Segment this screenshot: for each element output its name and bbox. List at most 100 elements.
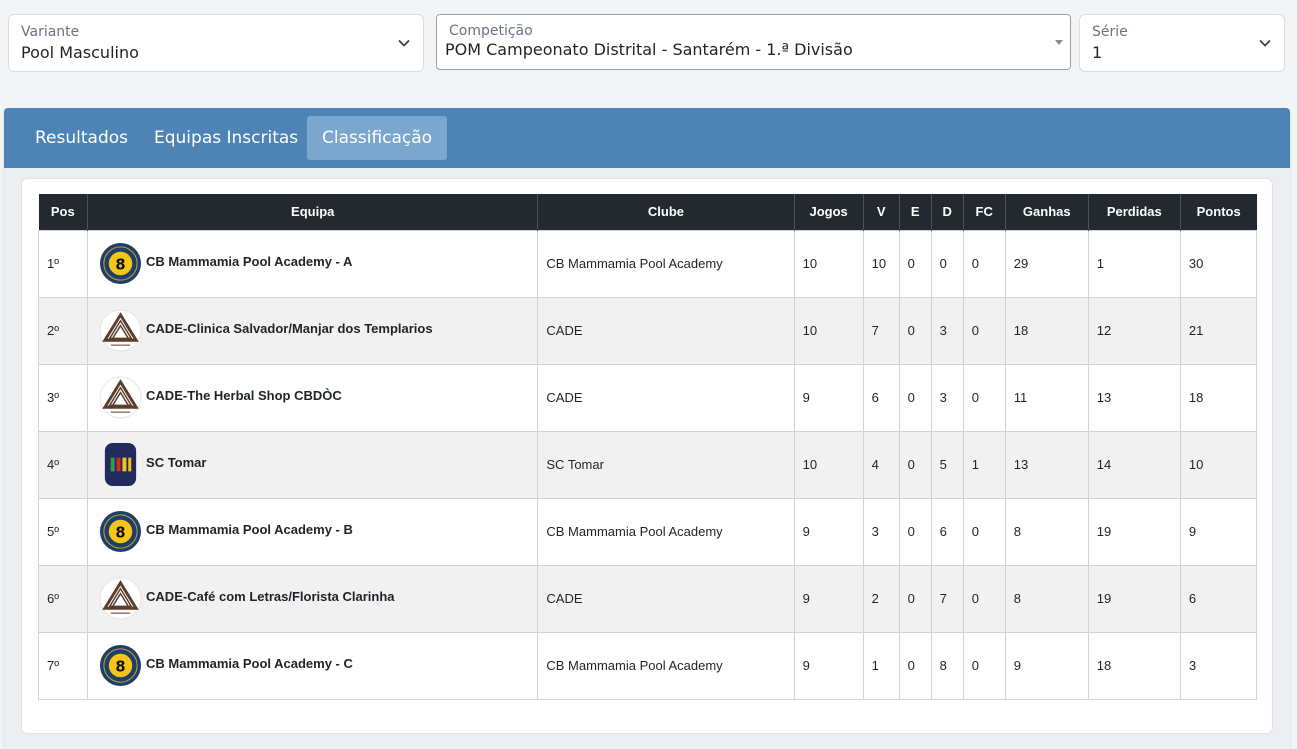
cell-jogos: 10 xyxy=(793,296,864,365)
competicao-select[interactable]: Competição POM Campeonato Distrital - Sa… xyxy=(436,14,1071,70)
cell-v: 7 xyxy=(862,296,900,365)
svg-text:8: 8 xyxy=(115,256,125,273)
cell-equipa: 8 CB Mammamia Pool Academy - B xyxy=(87,497,539,566)
cell-d: 3 xyxy=(930,363,964,432)
cell-ganhas: 11 xyxy=(1004,363,1089,432)
variante-label: Variante xyxy=(21,24,80,40)
cell-pos: 2º xyxy=(37,296,89,365)
cell-ganhas: 8 xyxy=(1004,497,1089,566)
cell-pontos: 9 xyxy=(1179,497,1258,566)
col-header-d[interactable]: D xyxy=(931,194,964,230)
col-header-fc[interactable]: FC xyxy=(963,194,1006,230)
table-row[interactable]: 4º SC Tomar SC Tomar 10 4 0 5 1 13 14 10 xyxy=(37,430,1258,499)
cell-perdidas: 13 xyxy=(1087,363,1181,432)
competicao-label: Competição xyxy=(449,23,533,39)
cell-pos: 5º xyxy=(37,497,89,566)
col-header-equipa[interactable]: Equipa xyxy=(87,194,539,230)
team-name[interactable]: CADE-Café com Letras/Florista Clarinha xyxy=(146,589,395,604)
chevron-down-icon xyxy=(398,39,410,47)
cell-e: 0 xyxy=(898,229,932,298)
fpb-logo-icon xyxy=(104,443,137,486)
cell-club: SC Tomar xyxy=(537,430,795,499)
cell-club: CADE xyxy=(537,564,795,633)
standings-table: Pos Equipa Clube Jogos V E D FC Ganhas P… xyxy=(37,194,1258,700)
cell-pos: 3º xyxy=(37,363,89,432)
tab-resultados[interactable]: Resultados xyxy=(20,116,143,160)
cell-pontos: 21 xyxy=(1179,296,1258,365)
serie-select[interactable]: Série 1 xyxy=(1079,14,1285,72)
chevron-down-icon xyxy=(1259,39,1271,47)
cell-fc: 0 xyxy=(962,229,1006,298)
variante-value: Pool Masculino xyxy=(21,43,139,62)
cell-e: 0 xyxy=(898,631,932,700)
cell-perdidas: 18 xyxy=(1087,631,1181,700)
col-header-pos[interactable]: Pos xyxy=(38,194,89,230)
cell-pos: 1º xyxy=(37,229,89,298)
team-name[interactable]: CADE-Clinica Salvador/Manjar dos Templar… xyxy=(146,321,433,336)
table-row[interactable]: 5º 8 CB Mammamia Pool Academy - B CB Mammam… xyxy=(37,497,1258,566)
team-info[interactable]: 8 CB Mammamia Pool Academy - A xyxy=(96,242,537,285)
cell-jogos: 10 xyxy=(793,430,864,499)
team-info[interactable]: CADE-The Herbal Shop CBDÒC xyxy=(96,376,537,419)
team-name[interactable]: CB Mammamia Pool Academy - C xyxy=(146,656,353,671)
serie-value: 1 xyxy=(1092,43,1103,62)
col-header-ganhas[interactable]: Ganhas xyxy=(1005,194,1089,230)
cade-logo-icon xyxy=(99,376,142,419)
standings-body: 1º 8 CB Mammamia Pool Academy - A CB Mammam… xyxy=(37,229,1258,700)
table-row[interactable]: 6º CADE-Café com Letras/Florista Clarinha… xyxy=(37,564,1258,633)
team-name[interactable]: CB Mammamia Pool Academy - B xyxy=(146,522,353,537)
team-name[interactable]: CB Mammamia Pool Academy - A xyxy=(146,254,352,269)
cell-perdidas: 12 xyxy=(1087,296,1181,365)
cell-v: 1 xyxy=(862,631,900,700)
team-info[interactable]: SC Tomar xyxy=(96,443,537,486)
col-header-v[interactable]: V xyxy=(863,194,900,230)
standings-card: Pos Equipa Clube Jogos V E D FC Ganhas P… xyxy=(21,178,1273,734)
team-info[interactable]: CADE-Café com Letras/Florista Clarinha xyxy=(96,577,537,620)
cell-e: 0 xyxy=(898,363,932,432)
cell-ganhas: 18 xyxy=(1004,296,1089,365)
team-info[interactable]: 8 CB Mammamia Pool Academy - B xyxy=(96,510,537,553)
cell-d: 3 xyxy=(930,296,964,365)
cell-club: CADE xyxy=(537,363,795,432)
table-row[interactable]: 3º CADE-The Herbal Shop CBDÒC CADE 9 6 0 3 0 11 1… xyxy=(37,363,1258,432)
variante-select[interactable]: Variante Pool Masculino xyxy=(8,14,424,72)
tabs-panel: Resultados Equipas Inscritas Classificaç… xyxy=(4,108,1290,749)
table-row[interactable]: 2º CADE-Clinica Salvador/Manjar dos Templ… xyxy=(37,296,1258,365)
cell-club: CB Mammamia Pool Academy xyxy=(537,229,795,298)
table-row[interactable]: 1º 8 CB Mammamia Pool Academy - A CB Mammam… xyxy=(37,229,1258,298)
cell-fc: 1 xyxy=(962,430,1006,499)
cell-perdidas: 1 xyxy=(1087,229,1181,298)
table-row[interactable]: 7º 8 CB Mammamia Pool Academy - C CB Mammam… xyxy=(37,631,1258,700)
competicao-value: POM Campeonato Distrital - Santarém - 1.… xyxy=(445,40,853,59)
cell-perdidas: 14 xyxy=(1087,430,1181,499)
col-header-jogos[interactable]: Jogos xyxy=(794,194,864,230)
cell-ganhas: 13 xyxy=(1004,430,1089,499)
cell-club: CADE xyxy=(537,296,795,365)
cell-pos: 6º xyxy=(37,564,89,633)
cell-equipa: CADE-Café com Letras/Florista Clarinha xyxy=(87,564,539,633)
cell-pontos: 6 xyxy=(1179,564,1258,633)
col-header-perdidas[interactable]: Perdidas xyxy=(1088,194,1181,230)
col-header-pontos[interactable]: Pontos xyxy=(1180,194,1257,230)
cell-v: 10 xyxy=(862,229,900,298)
mammamia-logo-icon: 8 xyxy=(100,242,142,285)
team-name[interactable]: CADE-The Herbal Shop CBDÒC xyxy=(146,388,342,403)
cell-jogos: 9 xyxy=(793,631,864,700)
svg-text:8: 8 xyxy=(115,658,125,675)
team-info[interactable]: CADE-Clinica Salvador/Manjar dos Templar… xyxy=(96,309,537,352)
col-header-e[interactable]: E xyxy=(899,194,932,230)
col-header-clube[interactable]: Clube xyxy=(537,194,795,230)
team-info[interactable]: 8 CB Mammamia Pool Academy - C xyxy=(96,644,537,687)
cell-ganhas: 9 xyxy=(1004,631,1089,700)
svg-text:8: 8 xyxy=(115,524,125,541)
cell-e: 0 xyxy=(898,430,932,499)
team-name[interactable]: SC Tomar xyxy=(146,455,206,470)
mammamia-logo-icon: 8 xyxy=(100,510,142,553)
cell-e: 0 xyxy=(898,497,932,566)
cell-pontos: 10 xyxy=(1179,430,1258,499)
tab-equipas-inscritas[interactable]: Equipas Inscritas xyxy=(139,116,313,160)
table-header-row: Pos Equipa Clube Jogos V E D FC Ganhas P… xyxy=(38,194,1257,230)
tab-classificacao[interactable]: Classificação xyxy=(307,116,448,160)
cell-e: 0 xyxy=(898,564,932,633)
cell-jogos: 9 xyxy=(793,363,864,432)
